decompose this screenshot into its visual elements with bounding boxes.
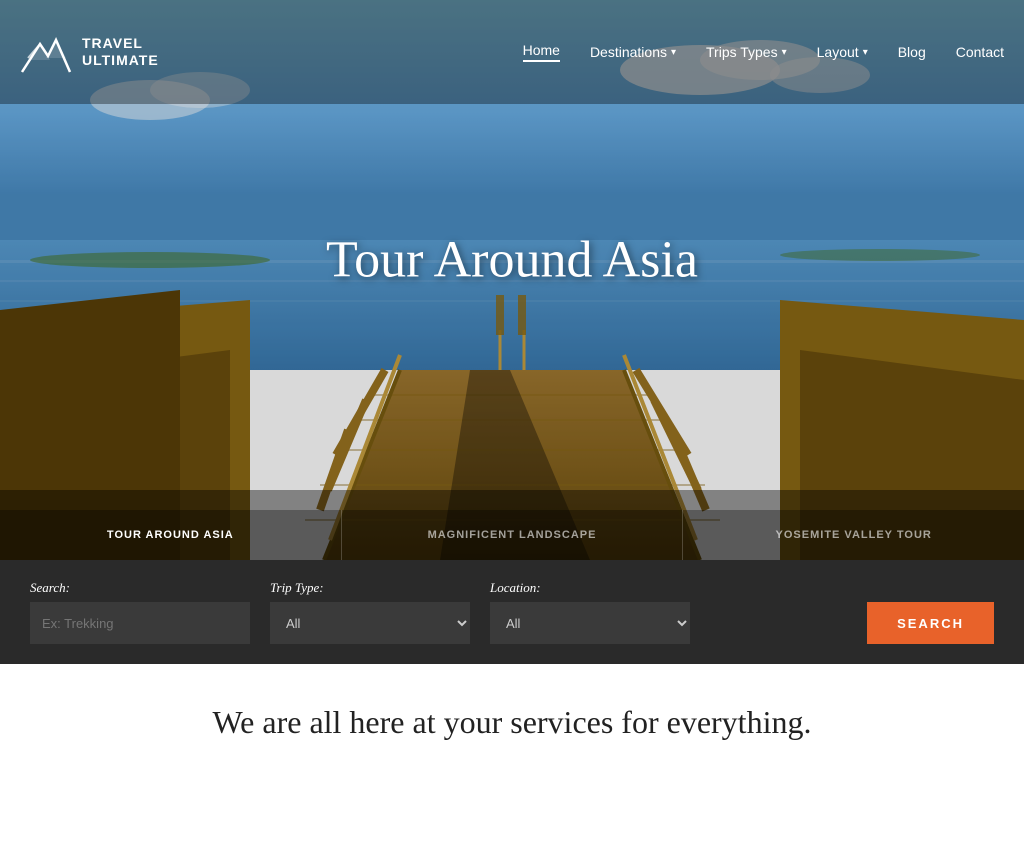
bottom-section: We are all here at your services for eve… <box>0 664 1024 781</box>
slide-item-2[interactable]: MAGNIFICENT LANDSCAPE <box>342 510 684 560</box>
hero-slide-indicators: TOUR AROUND ASIA MAGNIFICENT LANDSCAPE Y… <box>0 510 1024 560</box>
tagline: We are all here at your services for eve… <box>20 704 1004 741</box>
nav-link-contact[interactable]: Contact <box>956 44 1004 60</box>
chevron-down-icon: ▾ <box>671 47 676 58</box>
location-select[interactable]: All Asia Europe Americas Africa <box>490 602 690 644</box>
search-bar: Search: Trip Type: All Adventure Beach C… <box>0 560 1024 664</box>
main-nav: TRAVELULTIMATE Home Destinations ▾ Trips… <box>0 0 1024 104</box>
nav-link-blog[interactable]: Blog <box>898 44 926 60</box>
nav-item-layout[interactable]: Layout ▾ <box>817 44 868 60</box>
hero-title: Tour Around Asia <box>326 231 698 290</box>
brand-name: TRAVELULTIMATE <box>82 35 159 69</box>
trip-type-field: Trip Type: All Adventure Beach Cultural … <box>270 580 470 644</box>
nav-link-destinations[interactable]: Destinations ▾ <box>590 44 676 60</box>
nav-link-layout[interactable]: Layout ▾ <box>817 44 868 60</box>
nav-item-home[interactable]: Home <box>523 42 560 62</box>
nav-link-trips[interactable]: Trips Types ▾ <box>706 44 787 60</box>
nav-links: Home Destinations ▾ Trips Types ▾ Layout… <box>523 42 1004 62</box>
nav-item-destinations[interactable]: Destinations ▾ <box>590 44 676 60</box>
slide-item-3[interactable]: YOSEMITE VALLEY TOUR <box>683 510 1024 560</box>
nav-item-blog[interactable]: Blog <box>898 44 926 60</box>
mountain-icon <box>20 30 72 74</box>
nav-item-trips[interactable]: Trips Types ▾ <box>706 44 787 60</box>
search-field-text: Search: <box>30 580 250 644</box>
search-button[interactable]: SEARCH <box>867 602 994 644</box>
search-label: Search: <box>30 580 250 596</box>
brand-logo[interactable]: TRAVELULTIMATE <box>20 30 159 74</box>
location-label: Location: <box>490 580 690 596</box>
search-input[interactable] <box>30 602 250 644</box>
chevron-down-icon: ▾ <box>863 47 868 58</box>
slide-item-1[interactable]: TOUR AROUND ASIA <box>0 510 342 560</box>
trip-type-label: Trip Type: <box>270 580 470 596</box>
chevron-down-icon: ▾ <box>782 47 787 58</box>
trip-type-select[interactable]: All Adventure Beach Cultural Eco <box>270 602 470 644</box>
nav-item-contact[interactable]: Contact <box>956 44 1004 60</box>
location-field: Location: All Asia Europe Americas Afric… <box>490 580 690 644</box>
nav-link-home[interactable]: Home <box>523 42 560 62</box>
